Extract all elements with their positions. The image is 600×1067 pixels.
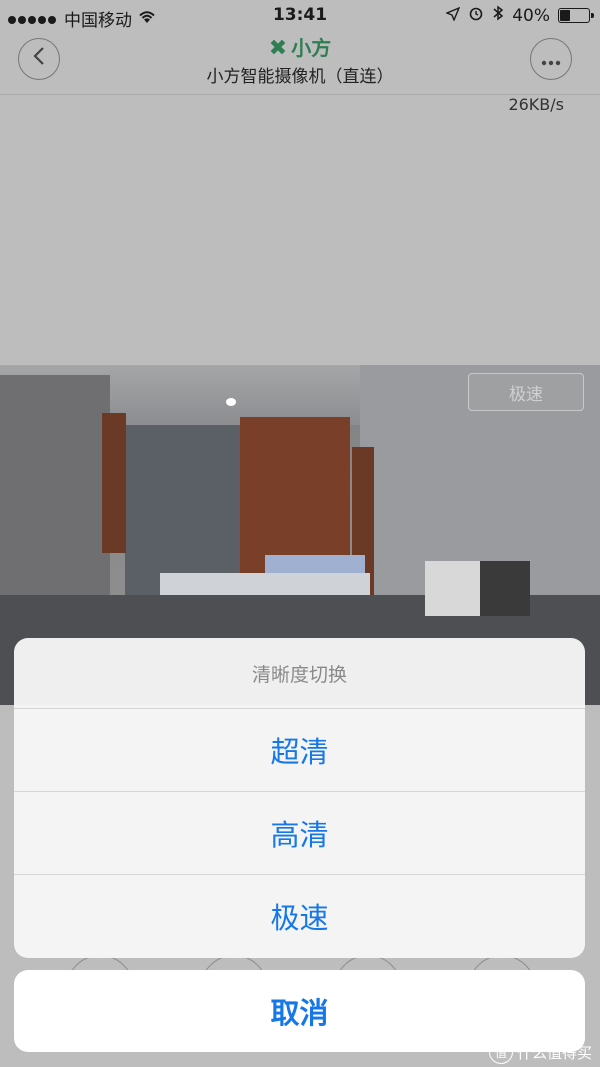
battery-percent: 40%	[512, 5, 550, 26]
brand-x-icon: ✖	[268, 36, 288, 61]
battery-icon	[558, 8, 594, 23]
feed-doorway	[125, 425, 240, 595]
quality-toggle-button[interactable]: 极速	[468, 373, 584, 411]
battery-fill	[560, 10, 570, 21]
location-icon	[445, 6, 461, 26]
ellipsis-icon	[541, 47, 561, 72]
brand-name: 小方	[291, 36, 332, 60]
option-ultra-hd[interactable]: 超清	[14, 709, 585, 792]
option-hd[interactable]: 高清	[14, 792, 585, 875]
feed-box	[480, 561, 530, 616]
brand-logo: ✖ 小方	[0, 32, 600, 61]
nav-bar: ✖ 小方 小方智能摄像机（直连）	[0, 32, 600, 95]
page-title: 小方智能摄像机（直连）	[206, 67, 394, 87]
feed-ceiling-light	[226, 398, 236, 406]
quality-action-sheet: 清晰度切换 超清 高清 极速	[14, 638, 585, 958]
option-fast[interactable]: 极速	[14, 875, 585, 957]
feed-wall-left	[0, 375, 110, 615]
stream-speed: 26KB/s	[508, 95, 564, 114]
watermark-text: 什么值得买	[516, 1043, 592, 1062]
status-bar: 中国移动 13:41 40%	[0, 0, 600, 32]
more-button[interactable]	[530, 38, 572, 80]
watermark: 值 什么值得买	[488, 1040, 592, 1064]
feed-wood-panel	[102, 413, 126, 553]
bluetooth-icon	[492, 5, 504, 26]
alarm-icon	[468, 5, 484, 26]
feed-box	[425, 561, 480, 616]
watermark-logo-icon: 值	[488, 1040, 513, 1064]
status-indicators: 40%	[445, 5, 594, 26]
action-sheet-title: 清晰度切换	[14, 638, 585, 709]
